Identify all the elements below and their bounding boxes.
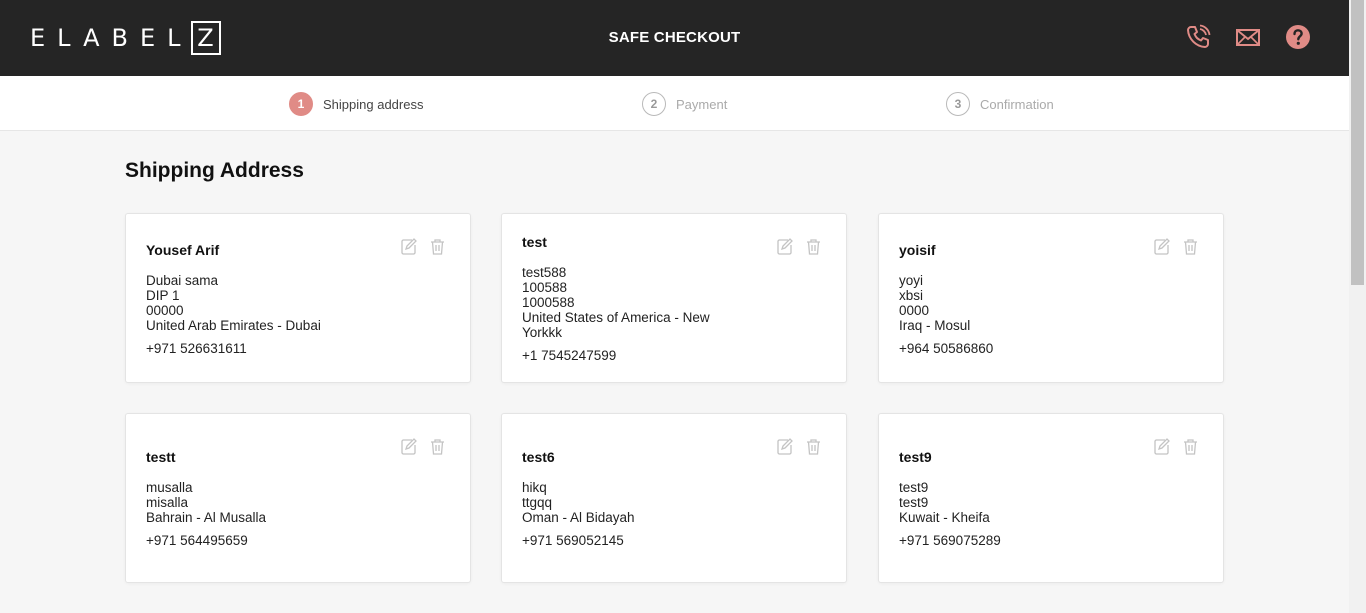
page-header-title: SAFE CHECKOUT <box>608 29 741 46</box>
step-number: 3 <box>946 92 970 116</box>
address-line: 100588 <box>522 280 568 295</box>
address-line: 1000588 <box>522 295 575 310</box>
address-line: yoyi <box>899 273 924 288</box>
address-card[interactable]: Yousef Arif Dubai sama DIP 1 00000 Unite… <box>125 213 471 383</box>
trash-icon[interactable] <box>805 238 822 255</box>
edit-icon[interactable] <box>1153 238 1170 255</box>
address-card[interactable]: yoisif yoyi xbsi 0000 Iraq - Mosul +964 … <box>878 213 1224 383</box>
address-line: test588 <box>522 265 567 280</box>
card-actions <box>400 238 446 255</box>
address-line: United Arab Emirates - Dubai <box>146 318 321 333</box>
card-actions <box>1153 238 1199 255</box>
header-icons <box>1185 24 1311 50</box>
step-number: 2 <box>642 92 666 116</box>
scrollbar-thumb[interactable] <box>1351 0 1364 285</box>
address-phone: +971 564495659 <box>146 533 248 548</box>
address-line: ttgqq <box>522 495 553 510</box>
help-icon[interactable] <box>1285 24 1311 50</box>
step-label: Payment <box>676 96 728 112</box>
address-line: 0000 <box>899 303 930 318</box>
step-label: Confirmation <box>980 96 1054 112</box>
edit-icon[interactable] <box>400 438 417 455</box>
address-line: DIP 1 <box>146 288 180 303</box>
address-line: 00000 <box>146 303 184 318</box>
vertical-scrollbar[interactable] <box>1349 0 1366 613</box>
edit-icon[interactable] <box>400 238 417 255</box>
trash-icon[interactable] <box>1182 238 1199 255</box>
address-phone: +971 569075289 <box>899 533 1001 548</box>
header: ELABEL Z SAFE CHECKOUT <box>0 0 1349 76</box>
address-card[interactable]: test test588 100588 1000588 United State… <box>501 213 847 383</box>
address-card[interactable]: test6 hikq ttgqq Oman - Al Bidayah +971 … <box>501 413 847 583</box>
trash-icon[interactable] <box>805 438 822 455</box>
address-line: United States of America - New <box>522 310 710 325</box>
edit-icon[interactable] <box>1153 438 1170 455</box>
address-line: Kuwait - Kheifa <box>899 510 990 525</box>
address-phone: +971 526631611 <box>146 341 247 356</box>
checkout-steps: 1 Shipping address 2 Payment 3 Confirmat… <box>0 76 1349 131</box>
address-line: Dubai sama <box>146 273 219 288</box>
address-line: Iraq - Mosul <box>899 318 971 333</box>
trash-icon[interactable] <box>429 238 446 255</box>
address-line: hikq <box>522 480 547 495</box>
address-line: Yorkkk <box>522 325 563 340</box>
step-shipping-address[interactable]: 1 Shipping address <box>289 92 423 116</box>
address-phone: +964 50586860 <box>899 341 994 356</box>
mail-icon[interactable] <box>1235 24 1261 50</box>
step-number: 1 <box>289 92 313 116</box>
card-actions <box>776 238 822 255</box>
address-card[interactable]: testt musalla misalla Bahrain - Al Musal… <box>125 413 471 583</box>
step-confirmation[interactable]: 3 Confirmation <box>946 92 1054 116</box>
step-label: Shipping address <box>323 96 424 112</box>
address-card[interactable]: test9 test9 test9 Kuwait - Kheifa +971 5… <box>878 413 1224 583</box>
trash-icon[interactable] <box>429 438 446 455</box>
address-line: Oman - Al Bidayah <box>522 510 635 525</box>
card-actions <box>1153 438 1199 455</box>
card-actions <box>776 438 822 455</box>
address-phone: +1 7545247599 <box>522 348 617 363</box>
card-actions <box>400 438 446 455</box>
address-line: Bahrain - Al Musalla <box>146 510 267 525</box>
address-phone: +971 569052145 <box>522 533 624 548</box>
address-line: test9 <box>899 495 929 510</box>
address-line: misalla <box>146 495 189 510</box>
edit-icon[interactable] <box>776 238 793 255</box>
address-line: xbsi <box>899 288 924 303</box>
page-title: Shipping Address <box>125 159 304 182</box>
trash-icon[interactable] <box>1182 438 1199 455</box>
step-payment[interactable]: 2 Payment <box>642 92 727 116</box>
address-line: musalla <box>146 480 193 495</box>
address-line: test9 <box>899 480 929 495</box>
phone-icon[interactable] <box>1185 24 1211 50</box>
edit-icon[interactable] <box>776 438 793 455</box>
